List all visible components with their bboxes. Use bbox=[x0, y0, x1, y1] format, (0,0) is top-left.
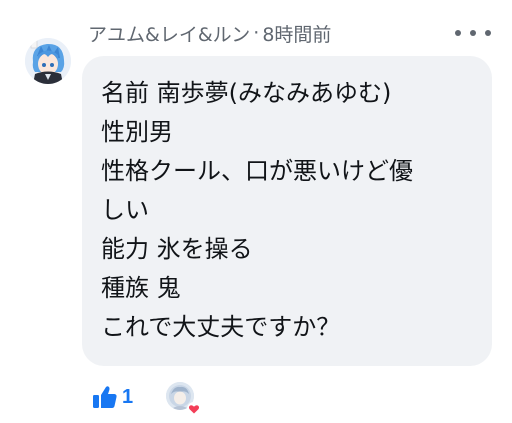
comment-line: これで大丈夫ですか？ bbox=[101, 313, 341, 341]
like-reaction[interactable]: 1 bbox=[92, 382, 133, 412]
comment: アユム&レイ&ルン · 8時間前 名前 南歩夢(みなみあゆむ) 性別男 性格クー… bbox=[0, 0, 512, 423]
like-count: 1 bbox=[122, 385, 134, 408]
comment-line: 種族 鬼 bbox=[101, 274, 181, 302]
more-dot bbox=[485, 30, 491, 36]
comment-line: 名前 南歩夢(みなみあゆむ) bbox=[101, 79, 392, 107]
author-name[interactable]: アユム&レイ&ルン bbox=[88, 20, 250, 47]
heart-icon bbox=[187, 401, 201, 416]
comment-line: しい bbox=[101, 196, 149, 224]
more-dot bbox=[470, 30, 476, 36]
comment-line: 性格クール、口が悪いけど優 bbox=[101, 157, 413, 185]
anime-avatar-icon[interactable] bbox=[25, 38, 71, 84]
comment-bubble: 名前 南歩夢(みなみあゆむ) 性別男 性格クール、口が悪いけど優 しい 能力 氷… bbox=[82, 56, 492, 366]
thumbs-up-icon bbox=[92, 384, 118, 410]
comment-line: 能力 氷を操る bbox=[101, 235, 253, 263]
timestamp[interactable]: 8時間前 bbox=[262, 20, 331, 47]
reactor-avatar[interactable] bbox=[166, 382, 202, 416]
more-options-icon[interactable] bbox=[455, 26, 491, 40]
comment-header: アユム&レイ&ルン · 8時間前 bbox=[88, 18, 331, 48]
comment-line: 性別男 bbox=[101, 118, 173, 146]
more-dot bbox=[455, 30, 461, 36]
meta-separator: · bbox=[253, 22, 260, 44]
